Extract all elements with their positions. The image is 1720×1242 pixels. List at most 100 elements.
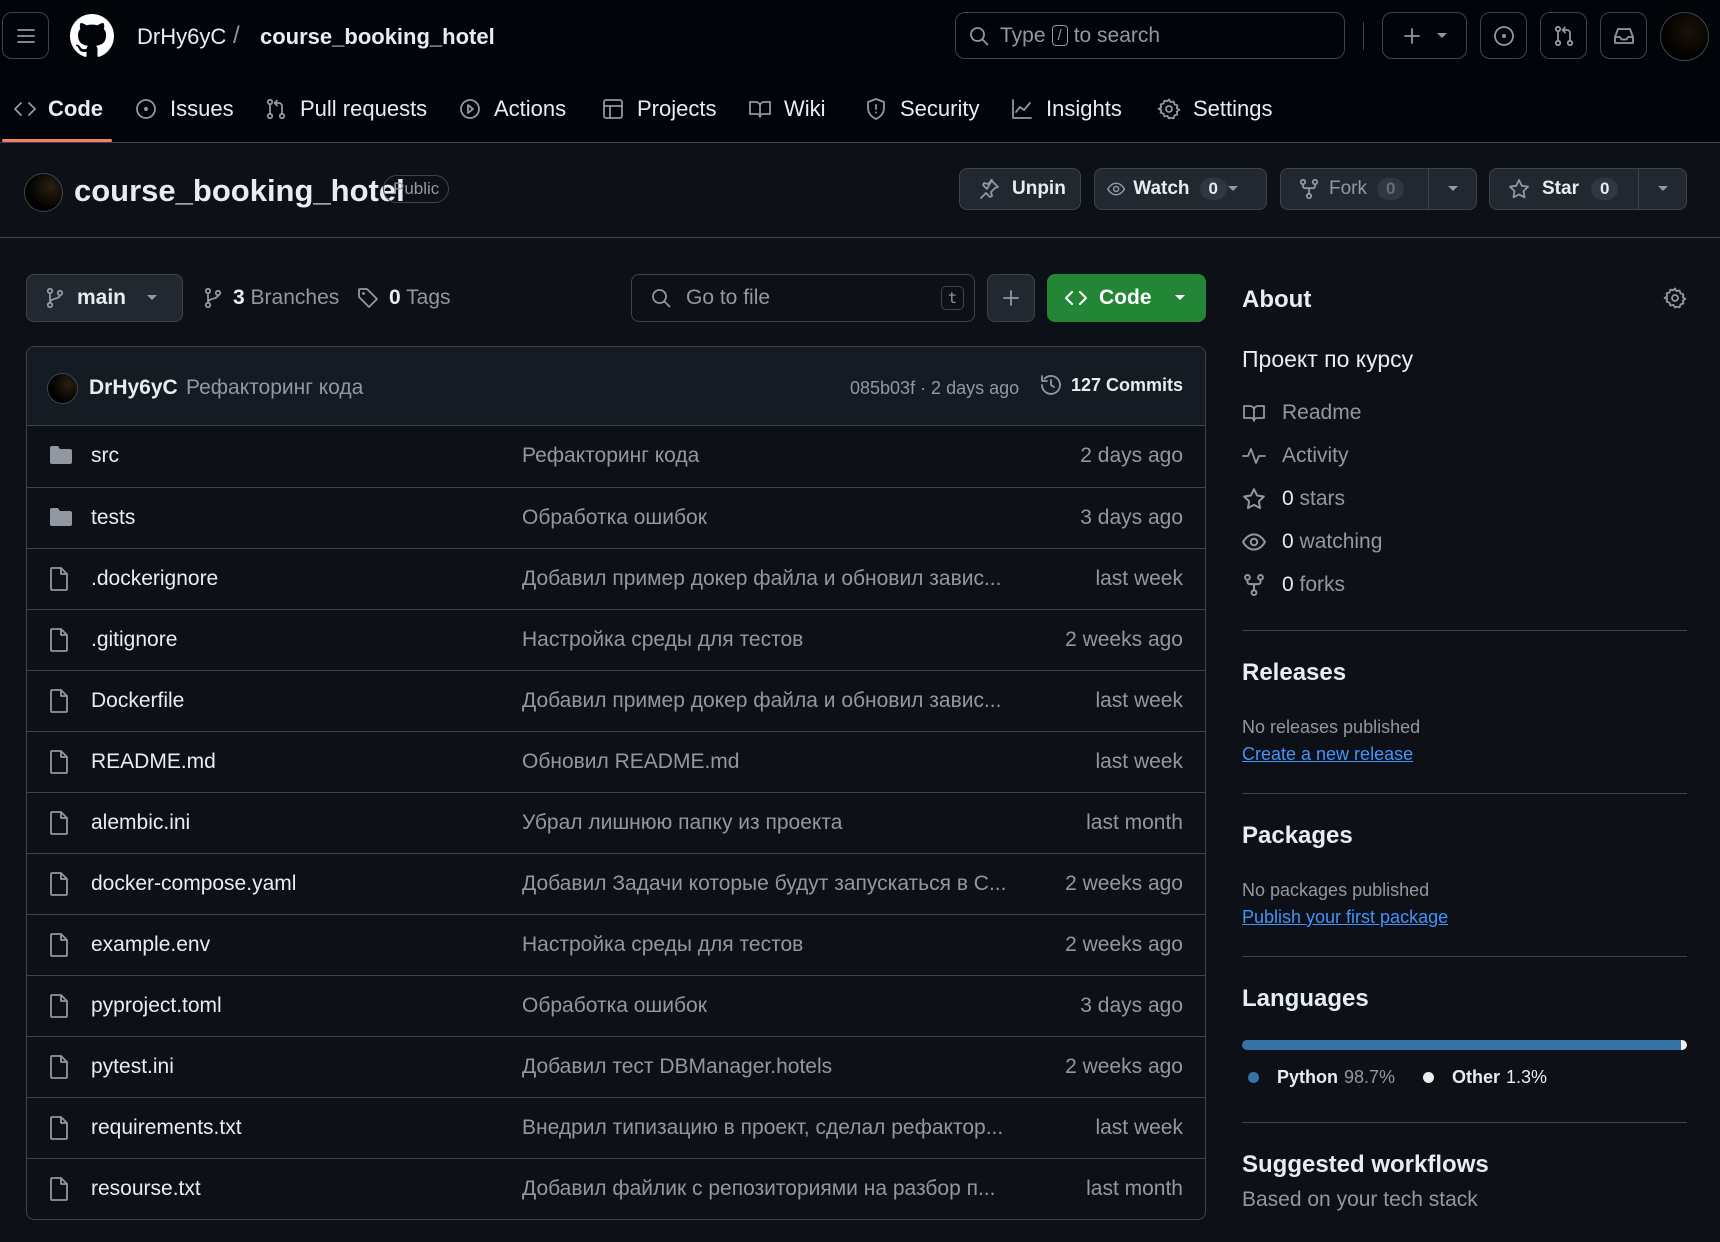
commit-author[interactable]: DrHy6yC (89, 376, 178, 400)
file-commit-message[interactable]: Обработка ошибок (522, 994, 707, 1018)
menu-button[interactable] (2, 12, 49, 59)
tab-pull-requests[interactable]: Pull requests (264, 74, 427, 143)
file-commit-message[interactable]: Рефакторинг кода (522, 444, 699, 468)
star-button[interactable]: Star 0 (1489, 168, 1687, 210)
commit-author-avatar[interactable] (47, 373, 78, 404)
language-python[interactable]: Python 98.7% (1248, 1067, 1395, 1088)
tab-settings[interactable]: Settings (1157, 74, 1273, 143)
book-icon (1243, 405, 1265, 422)
fork-dropdown[interactable] (1428, 169, 1476, 209)
branch-select-button[interactable]: main (26, 274, 183, 322)
file-icon (50, 1116, 68, 1140)
issues-button[interactable] (1480, 12, 1527, 59)
activity-link[interactable]: Activity (1242, 444, 1349, 468)
file-name[interactable]: example.env (91, 933, 210, 957)
repo-link[interactable]: course_booking_hotel (260, 24, 495, 50)
watching-link[interactable]: 0 watching (1242, 530, 1382, 554)
file-commit-message[interactable]: Добавил пример докер файла и обновил зав… (522, 689, 1001, 713)
file-row[interactable]: pyproject.toml Обработка ошибок 3 days ago (27, 975, 1205, 1036)
file-row[interactable]: example.env Настройка среды для тестов 2 w… (27, 914, 1205, 975)
file-name[interactable]: docker-compose.yaml (91, 872, 296, 896)
tags-label: Tags (406, 286, 451, 309)
repo-title[interactable]: course_booking_hotel (74, 173, 405, 209)
file-commit-message[interactable]: Внедрил типизацию в проект, сделал рефак… (522, 1116, 1003, 1140)
publish-package-link[interactable]: Publish your first package (1242, 907, 1448, 928)
file-commit-message[interactable]: Убрал лишнюю папку из проекта (522, 811, 842, 835)
file-commit-message[interactable]: Настройка среды для тестов (522, 933, 803, 957)
file-row[interactable]: requirements.txt Внедрил типизацию в прое… (27, 1097, 1205, 1158)
tab-security[interactable]: Security (864, 74, 979, 143)
file-commit-message[interactable]: Обновил README.md (522, 750, 739, 774)
tab-code[interactable]: Code (14, 74, 103, 143)
watch-button[interactable]: Watch 0 (1094, 168, 1267, 210)
file-icon-wrap (49, 1116, 69, 1140)
code-clone-button[interactable]: Code (1047, 274, 1206, 322)
file-commit-message[interactable]: Добавил Задачи которые будут запускаться… (522, 872, 1006, 896)
file-icon-wrap (49, 750, 69, 774)
add-file-button[interactable] (987, 274, 1035, 322)
file-row[interactable]: resourse.txt Добавил файлик с репозитория… (27, 1158, 1205, 1219)
commit-message[interactable]: Рефакторинг кода (186, 376, 363, 400)
file-commit-message[interactable]: Добавил файлик с репозиториями на разбор… (522, 1177, 995, 1201)
file-name[interactable]: resourse.txt (91, 1177, 201, 1201)
file-row[interactable]: tests Обработка ошибок 3 days ago (27, 487, 1205, 548)
file-name[interactable]: pyproject.toml (91, 994, 222, 1018)
file-name[interactable]: src (91, 444, 119, 468)
code-icon (1065, 291, 1087, 305)
file-name[interactable]: alembic.ini (91, 811, 190, 835)
releases-title[interactable]: Releases (1242, 659, 1346, 687)
file-name[interactable]: README.md (91, 750, 216, 774)
star-dropdown[interactable] (1638, 169, 1686, 209)
file-commit-message[interactable]: Обработка ошибок (522, 506, 707, 530)
inbox-button[interactable] (1600, 12, 1647, 59)
tab-wiki[interactable]: Wiki (748, 74, 826, 143)
commit-sha-time[interactable]: 085b03f · 2 days ago (850, 378, 1019, 399)
file-name[interactable]: tests (91, 506, 135, 530)
github-logo-icon[interactable] (70, 14, 114, 58)
eye-icon (1107, 182, 1126, 196)
readme-link[interactable]: Readme (1242, 401, 1361, 425)
tab-issues[interactable]: Issues (134, 74, 234, 143)
file-row[interactable]: docker-compose.yaml Добавил Задачи которы… (27, 853, 1205, 914)
tags-link[interactable]: 0 Tags (357, 286, 451, 310)
file-row[interactable]: Dockerfile Добавил пример докер файла и о… (27, 670, 1205, 731)
pull-requests-button[interactable] (1540, 12, 1587, 59)
file-commit-date: 2 weeks ago (1065, 1055, 1183, 1078)
file-commit-date: 3 days ago (1080, 506, 1183, 529)
file-name[interactable]: requirements.txt (91, 1116, 242, 1140)
file-row[interactable]: .dockerignore Добавил пример докер файла … (27, 548, 1205, 609)
file-row[interactable]: README.md Обновил README.md last week (27, 731, 1205, 792)
stars-link[interactable]: 0 stars (1242, 487, 1345, 511)
go-to-file-shortcut: t (940, 286, 964, 310)
owner-link[interactable]: DrHy6yC (137, 24, 226, 50)
file-name[interactable]: .gitignore (91, 628, 177, 652)
file-row[interactable]: alembic.ini Убрал лишнюю папку из проекта… (27, 792, 1205, 853)
caret-down-icon (1228, 186, 1238, 191)
branches-link[interactable]: 3 Branches (203, 286, 339, 310)
tab-projects[interactable]: Projects (601, 74, 716, 143)
file-row[interactable]: pytest.ini Добавил тест DBManager.hotels 2… (27, 1036, 1205, 1097)
commits-link[interactable]: 127 Commits (1039, 373, 1183, 397)
branches-label: Branches (250, 286, 340, 309)
language-other[interactable]: Other 1.3% (1423, 1067, 1547, 1088)
search-input[interactable]: Type / to search (955, 12, 1345, 59)
packages-title[interactable]: Packages (1242, 822, 1353, 850)
file-row[interactable]: .gitignore Настройка среды для тестов 2 we… (27, 609, 1205, 670)
file-name[interactable]: pytest.ini (91, 1055, 174, 1079)
file-commit-message[interactable]: Настройка среды для тестов (522, 628, 803, 652)
file-commit-message[interactable]: Добавил пример докер файла и обновил зав… (522, 567, 1001, 591)
user-avatar[interactable] (1660, 12, 1709, 61)
tab-insights[interactable]: Insights (1010, 74, 1122, 143)
create-new-button[interactable] (1382, 12, 1467, 59)
fork-button[interactable]: Fork 0 (1280, 168, 1477, 210)
go-to-file-input[interactable]: Go to file t (631, 274, 975, 322)
file-commit-message[interactable]: Добавил тест DBManager.hotels (522, 1055, 832, 1079)
file-name[interactable]: .dockerignore (91, 567, 218, 591)
create-release-link[interactable]: Create a new release (1242, 744, 1413, 765)
file-row[interactable]: src Рефакторинг кода 2 days ago (27, 426, 1205, 487)
edit-about-button[interactable] (1663, 286, 1687, 310)
unpin-button[interactable]: Unpin (959, 168, 1081, 210)
file-name[interactable]: Dockerfile (91, 689, 184, 713)
tab-actions[interactable]: Actions (458, 74, 566, 143)
forks-link[interactable]: 0 forks (1242, 573, 1345, 597)
